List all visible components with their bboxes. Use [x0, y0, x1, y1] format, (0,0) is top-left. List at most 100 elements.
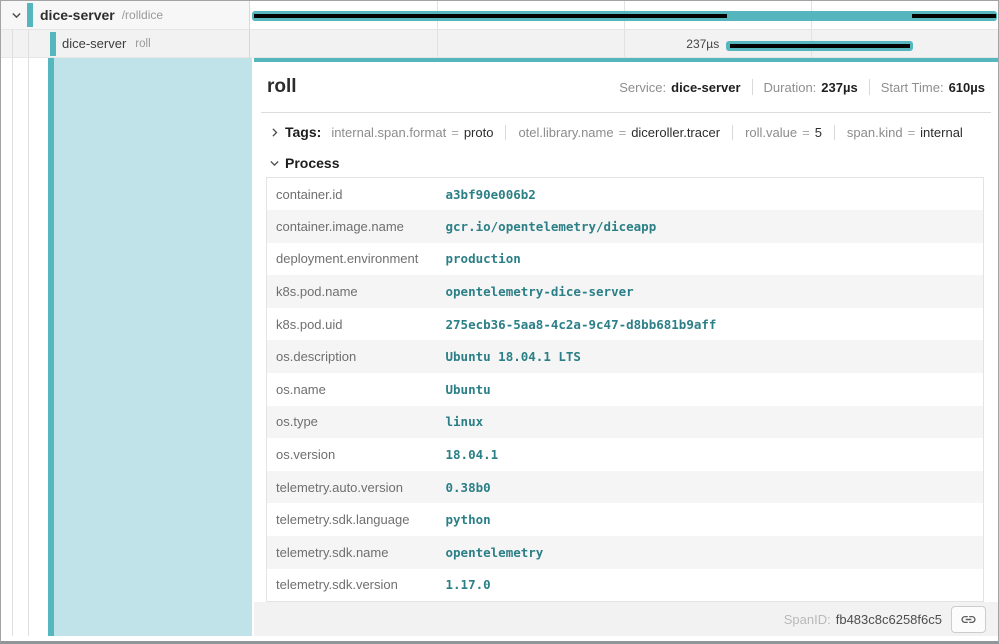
operation-name: /rolldice [122, 8, 163, 22]
indent-guide [28, 58, 29, 636]
kv-value: python [437, 503, 984, 536]
table-row: k8s.pod.uid275ecb36-5aa8-4c2a-9c47-d8bb6… [267, 308, 984, 341]
tag-equals: = [903, 125, 921, 140]
span-detail-row: roll Service: dice-server Duration: 237µ… [1, 58, 998, 636]
kv-value: Ubuntu [437, 373, 984, 406]
start-time-label: Start Time: [881, 80, 944, 95]
tags-accordion-toggle[interactable]: Tags: internal.span.format=proto otel.li… [254, 113, 998, 149]
process-section-label: Process [285, 155, 339, 171]
kv-key: deployment.environment [267, 243, 437, 276]
kv-key: container.id [267, 178, 437, 211]
tag-key: span.kind [847, 125, 903, 140]
timeline-track-rolldice [250, 1, 998, 30]
tag-equals: = [446, 125, 464, 140]
service-label: Service: [619, 80, 666, 95]
tag-key: internal.span.format [331, 125, 446, 140]
span-row-rolldice[interactable]: dice-server /rolldice [1, 1, 998, 30]
table-row: os.descriptionUbuntu 18.04.1 LTS [267, 340, 984, 373]
table-row: telemetry.auto.version0.38b0 [267, 471, 984, 504]
tag-value: internal [920, 125, 963, 140]
link-icon [960, 611, 977, 628]
service-color-swatch [50, 32, 56, 56]
kv-key: os.version [267, 438, 437, 471]
chevron-right-icon [267, 125, 281, 139]
kv-key: os.name [267, 373, 437, 406]
span-name-cell-roll[interactable]: dice-server roll [1, 30, 250, 58]
kv-key: k8s.pod.name [267, 275, 437, 308]
tag-value: proto [464, 125, 494, 140]
tag-equals: = [614, 125, 632, 140]
table-row: container.ida3bf90e006b2 [267, 178, 984, 211]
table-row: telemetry.sdk.nameopentelemetry [267, 536, 984, 569]
tag-divider [732, 125, 733, 140]
process-table-wrap: container.ida3bf90e006b2 container.image… [254, 177, 998, 602]
table-row: deployment.environmentproduction [267, 243, 984, 276]
span-name-cell-rolldice[interactable]: dice-server /rolldice [1, 1, 250, 30]
kv-value: a3bf90e006b2 [437, 178, 984, 211]
process-accordion-toggle[interactable]: Process [254, 149, 998, 177]
indent-guide [12, 30, 13, 57]
meta-divider [869, 79, 870, 95]
tag-value: 5 [815, 125, 822, 140]
span-duration-label: 237µs [250, 30, 724, 57]
span-meta: Service: dice-server Duration: 237µs Sta… [619, 79, 985, 95]
trace-detail-view: dice-server /rolldice dice-server roll 2… [0, 0, 999, 644]
kv-key: telemetry.auto.version [267, 471, 437, 504]
kv-key: container.image.name [267, 210, 437, 243]
kv-value: opentelemetry [437, 536, 984, 569]
critical-path-segment [730, 44, 910, 48]
kv-key: telemetry.sdk.name [267, 536, 437, 569]
table-row: os.typelinux [267, 406, 984, 439]
service-color-swatch [27, 3, 33, 27]
spanid-label: SpanID: [784, 612, 831, 627]
key-value-table: container.ida3bf90e006b2 container.image… [266, 177, 984, 602]
kv-key: k8s.pod.uid [267, 308, 437, 341]
table-row: k8s.pod.nameopentelemetry-dice-server [267, 275, 984, 308]
tag-divider [834, 125, 835, 140]
service-value: dice-server [671, 80, 740, 95]
chevron-down-icon[interactable] [9, 8, 23, 22]
tag-key: otel.library.name [518, 125, 613, 140]
tag-key: roll.value [745, 125, 797, 140]
span-bar-rolldice[interactable] [252, 11, 997, 21]
kv-value: opentelemetry-dice-server [437, 275, 984, 308]
kv-value: 0.38b0 [437, 471, 984, 504]
duration-label: Duration: [764, 80, 817, 95]
kv-value: 18.04.1 [437, 438, 984, 471]
table-row: os.nameUbuntu [267, 373, 984, 406]
timeline-track-roll: 237µs [250, 30, 998, 58]
span-detail-panel: roll Service: dice-server Duration: 237µ… [254, 58, 998, 636]
critical-path-segment [912, 14, 995, 18]
copy-link-button[interactable] [951, 606, 986, 633]
kv-value: gcr.io/opentelemetry/diceapp [437, 210, 984, 243]
table-row: telemetry.sdk.languagepython [267, 503, 984, 536]
detail-header: roll Service: dice-server Duration: 237µ… [261, 62, 991, 113]
chevron-down-icon [267, 156, 281, 170]
tags-summary: internal.span.format=proto otel.library.… [331, 125, 963, 140]
span-bar-roll[interactable] [726, 41, 913, 51]
tag-value: diceroller.tracer [631, 125, 720, 140]
kv-value: linux [437, 406, 984, 439]
indent-guide [28, 30, 29, 57]
kv-value: 275ecb36-5aa8-4c2a-9c47-d8bb681b9aff [437, 308, 984, 341]
table-row: container.image.namegcr.io/opentelemetry… [267, 210, 984, 243]
duration-value: 237µs [821, 80, 857, 95]
span-title: roll [267, 76, 297, 98]
indent-guide [12, 58, 13, 636]
tag-divider [505, 125, 506, 140]
kv-value: Ubuntu 18.04.1 LTS [437, 340, 984, 373]
kv-key: telemetry.sdk.language [267, 503, 437, 536]
kv-value: production [437, 243, 984, 276]
meta-divider [752, 79, 753, 95]
tags-section-label: Tags: [285, 124, 321, 140]
critical-path-segment [254, 14, 726, 18]
detail-highlight-column [54, 58, 252, 636]
detail-footer: SpanID: fb483c8c6258f6c5 [254, 602, 998, 636]
span-row-roll[interactable]: dice-server roll 237µs [1, 30, 998, 58]
start-time-value: 610µs [949, 80, 985, 95]
table-row: os.version18.04.1 [267, 438, 984, 471]
service-name: dice-server [62, 36, 126, 51]
tag-equals: = [797, 125, 815, 140]
spanid-value: fb483c8c6258f6c5 [836, 612, 942, 627]
kv-key: telemetry.sdk.version [267, 569, 437, 602]
